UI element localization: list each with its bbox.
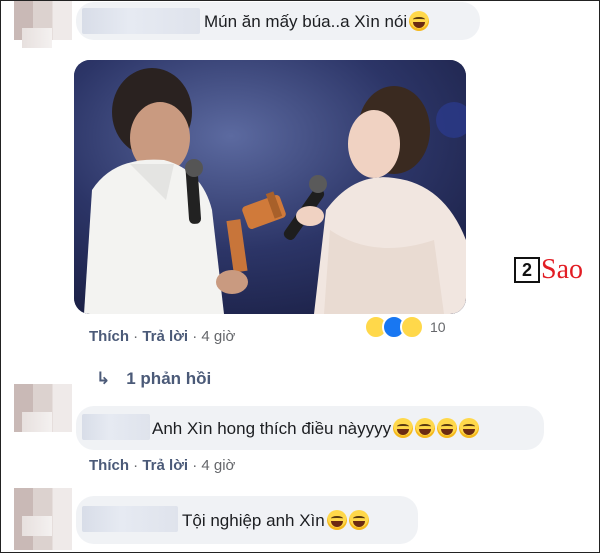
stage-scene-image <box>74 60 466 314</box>
comment-actions: Thích · Trả lời · 4 giờ <box>89 457 236 474</box>
reaction-summary[interactable]: 10 <box>364 315 446 339</box>
comment-text: Tội nghiệp anh Xìn <box>182 511 325 530</box>
comment-text: Mún ăn mấy búa..a Xìn nói <box>204 12 408 31</box>
comment-time[interactable]: 4 giờ <box>201 328 235 345</box>
avatar[interactable] <box>14 0 72 48</box>
like-link[interactable]: Thích <box>89 457 129 474</box>
comment-actions: Thích · Trả lời · 4 giờ <box>89 328 236 345</box>
reply-arrow-icon: ↳ <box>96 369 111 388</box>
comment-bubble: Mún ăn mấy búa..a Xìn nói <box>76 2 480 40</box>
comment-text: Anh Xìn hong thích điều nàyyyy <box>152 419 392 438</box>
commenter-name-blurred[interactable] <box>82 8 200 34</box>
comment-bubble: Anh Xìn hong thích điều nàyyyy <box>76 406 544 450</box>
2sao-watermark-logo: 2 Sao <box>514 254 583 286</box>
tears-of-joy-emoji-icon <box>348 510 369 530</box>
watermark-box: 2 <box>514 257 540 283</box>
watermark-text: Sao <box>541 254 583 285</box>
comment-time[interactable]: 4 giờ <box>201 457 235 474</box>
like-link[interactable]: Thích <box>89 328 129 345</box>
rofl-emoji-icon <box>459 418 480 438</box>
comment-photo[interactable] <box>74 60 466 314</box>
comment-bubble: Tội nghiệp anh Xìn <box>76 496 418 544</box>
reply-link[interactable]: Trả lời <box>142 457 188 474</box>
laughing-emoji-icon <box>409 11 430 31</box>
tears-of-joy-emoji-icon <box>326 510 347 530</box>
reaction-count: 10 <box>430 319 446 335</box>
wow-reaction-icon <box>400 315 424 339</box>
reply-link[interactable]: Trả lời <box>142 328 188 345</box>
avatar[interactable] <box>14 384 72 432</box>
view-replies-link[interactable]: ↳ 1 phản hồi <box>96 369 211 389</box>
rofl-emoji-icon <box>415 418 436 438</box>
commenter-name-blurred[interactable] <box>82 414 150 440</box>
avatar[interactable] <box>14 488 72 550</box>
rofl-emoji-icon <box>437 418 458 438</box>
commenter-name-blurred[interactable] <box>82 506 178 532</box>
replies-count-label: 1 phản hồi <box>126 369 212 388</box>
rofl-emoji-icon <box>393 418 414 438</box>
